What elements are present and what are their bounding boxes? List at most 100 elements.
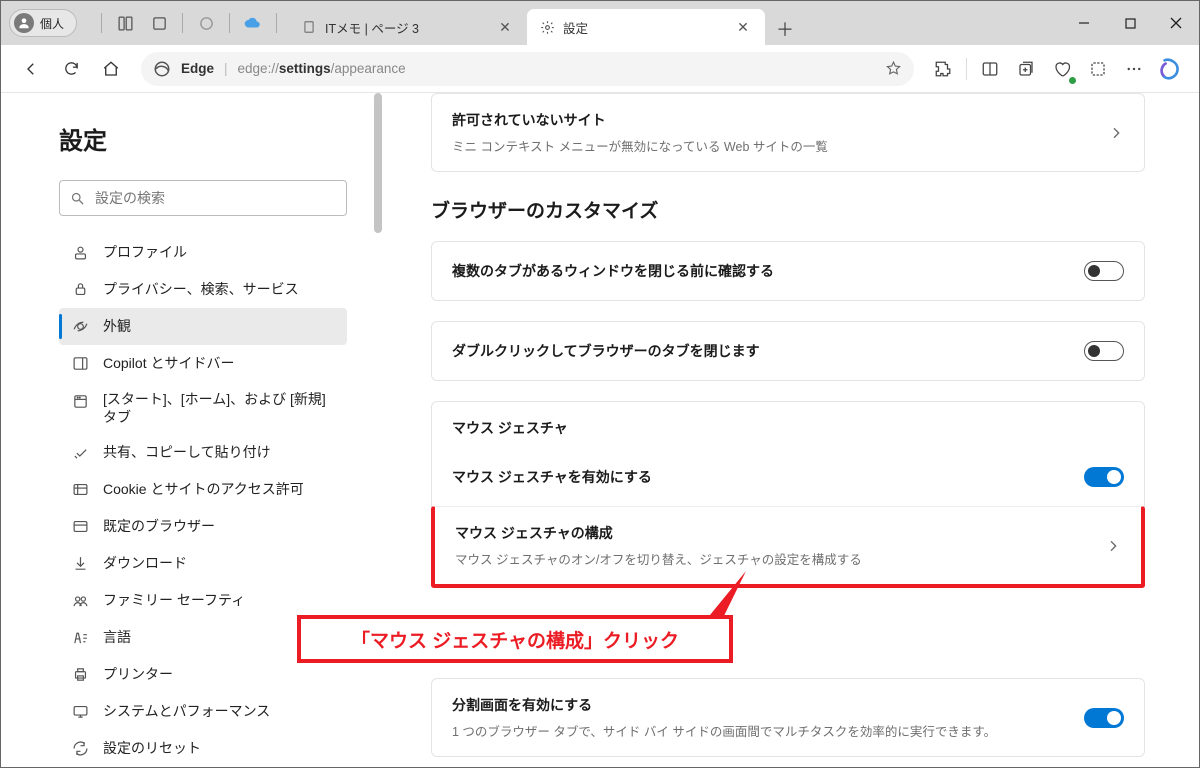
annotation-callout: 「マウス ジェスチャの構成」クリック <box>297 615 733 663</box>
minimize-button[interactable] <box>1061 1 1107 45</box>
nav-icon <box>71 481 89 499</box>
refresh-button[interactable] <box>53 51 89 87</box>
nav-label: Cookie とサイトのアクセス許可 <box>103 480 304 498</box>
settings-search[interactable] <box>59 180 347 216</box>
profile-chip[interactable]: 個人 <box>9 9 77 37</box>
blocked-sites-card[interactable]: 許可されていないサイト ミニ コンテキスト メニューが無効になっている Web … <box>431 93 1145 172</box>
nav-label: システムとパフォーマンス <box>103 702 270 720</box>
sidebar-item-3[interactable]: Copilot とサイドバー <box>59 345 347 382</box>
back-button[interactable] <box>13 51 49 87</box>
nav-label: プリンター <box>103 665 173 683</box>
more-menu-icon[interactable] <box>1117 51 1151 87</box>
edge-icon <box>153 60 171 78</box>
collections-icon[interactable] <box>1009 51 1043 87</box>
toggle-split-screen[interactable] <box>1084 708 1124 728</box>
nav-icon <box>71 392 89 410</box>
page-title: 設定 <box>59 121 387 156</box>
mouse-gesture-card: マウス ジェスチャ マウス ジェスチャを有効にする マウス ジェスチャの構成 マ… <box>431 401 1145 588</box>
toggle-gesture-enable[interactable] <box>1084 467 1124 487</box>
nav-icon <box>71 444 89 462</box>
sidebar-item-0[interactable]: プロファイル <box>59 234 347 271</box>
split-screen-icon[interactable] <box>973 51 1007 87</box>
person-icon <box>14 13 34 33</box>
row-title: ダブルクリックしてブラウザーのタブを閉じます <box>452 341 1084 361</box>
close-window-button[interactable] <box>1153 1 1199 45</box>
close-icon[interactable]: ✕ <box>733 17 753 37</box>
sidebar-item-7[interactable]: 既定のブラウザー <box>59 508 347 545</box>
row-desc: ミニ コンテキスト メニューが無効になっている Web サイトの一覧 <box>452 136 1108 155</box>
nav-icon <box>71 355 89 373</box>
tab-itmemo[interactable]: ITメモ | ページ 3 ✕ <box>289 9 527 45</box>
row-title: マウス ジェスチャを有効にする <box>452 467 1084 487</box>
nav-label: [スタート]、[ホーム]、および [新規] タブ <box>103 390 335 426</box>
confirm-close-card: 複数のタブがあるウィンドウを閉じる前に確認する <box>431 241 1145 301</box>
sidebar-item-13[interactable]: 設定のリセット <box>59 730 347 767</box>
tab-settings[interactable]: 設定 ✕ <box>527 9 765 45</box>
sidebar-item-6[interactable]: Cookie とサイトのアクセス許可 <box>59 471 347 508</box>
copilot-swirl-icon[interactable] <box>189 6 223 40</box>
toggle-confirm-close[interactable] <box>1084 261 1124 281</box>
cloud-icon[interactable] <box>236 6 270 40</box>
extensions-icon[interactable] <box>926 51 960 87</box>
tab-title: ITメモ | ページ 3 <box>325 18 495 37</box>
chevron-right-icon <box>1108 125 1124 141</box>
nav-icon <box>71 666 89 684</box>
nav-label: 既定のブラウザー <box>103 517 215 535</box>
sidebar-item-4[interactable]: [スタート]、[ホーム]、および [新規] タブ <box>59 382 347 434</box>
nav-label: 言語 <box>103 628 131 646</box>
page-icon <box>301 19 317 35</box>
row-title: 複数のタブがあるウィンドウを閉じる前に確認する <box>452 261 1084 281</box>
nav-icon <box>71 629 89 647</box>
nav-icon <box>71 318 89 336</box>
address-bar[interactable]: Edge | edge://settings/appearance <box>141 52 914 86</box>
sidebar-item-1[interactable]: プライバシー、検索、サービス <box>59 271 347 308</box>
row-desc: マウス ジェスチャのオン/オフを切り替え、ジェスチャの設定を構成する <box>455 549 1105 568</box>
sidebar-item-5[interactable]: 共有、コピーして貼り付け <box>59 434 347 471</box>
tab-actions-icon[interactable] <box>142 6 176 40</box>
nav-icon <box>71 740 89 758</box>
nav-label: ダウンロード <box>103 554 187 572</box>
workspaces-icon[interactable] <box>108 6 142 40</box>
row-desc: 1 つのブラウザー タブで、サイド バイ サイドの画面間でマルチタスクを効率的に… <box>452 721 1084 740</box>
settings-main: 許可されていないサイト ミニ コンテキスト メニューが無効になっている Web … <box>387 93 1199 767</box>
health-icon[interactable] <box>1045 51 1079 87</box>
nav-icon <box>71 555 89 573</box>
tab-title: 設定 <box>563 18 733 37</box>
split-screen-card: 分割画面を有効にする 1 つのブラウザー タブで、サイド バイ サイドの画面間で… <box>431 678 1145 757</box>
sidebar-item-9[interactable]: ファミリー セーフティ <box>59 582 347 619</box>
row-title: 許可されていないサイト <box>452 110 1108 130</box>
section-heading: ブラウザーのカスタマイズ <box>431 196 1145 223</box>
new-tab-button[interactable]: ＋ <box>769 13 801 45</box>
screenshot-icon[interactable] <box>1081 51 1115 87</box>
titlebar-quick-icons <box>95 6 283 40</box>
card-section-title: マウス ジェスチャ <box>432 402 1144 448</box>
nav-icon <box>71 244 89 262</box>
window-controls <box>1061 1 1199 45</box>
close-icon[interactable]: ✕ <box>495 17 515 37</box>
nav-icon <box>71 281 89 299</box>
nav-label: Copilot とサイドバー <box>103 354 234 372</box>
nav-label: 設定のリセット <box>103 739 201 757</box>
home-button[interactable] <box>93 51 129 87</box>
search-input[interactable] <box>95 190 336 206</box>
sidebar-item-8[interactable]: ダウンロード <box>59 545 347 582</box>
favorite-icon[interactable] <box>885 60 902 77</box>
browser-toolbar: Edge | edge://settings/appearance <box>1 45 1199 93</box>
nav-icon <box>71 518 89 536</box>
copilot-icon[interactable] <box>1153 52 1187 86</box>
nav-icon <box>71 592 89 610</box>
sidebar-item-2[interactable]: 外観 <box>59 308 347 345</box>
maximize-button[interactable] <box>1107 1 1153 45</box>
profile-label: 個人 <box>40 15 64 32</box>
gear-icon <box>539 19 555 35</box>
sidebar-scrollbar[interactable] <box>371 93 385 767</box>
nav-icon <box>71 703 89 721</box>
chevron-right-icon <box>1105 538 1121 554</box>
nav-label: プライバシー、検索、サービス <box>103 280 299 298</box>
nav-label: ファミリー セーフティ <box>103 591 245 609</box>
gesture-config-row[interactable]: マウス ジェスチャの構成 マウス ジェスチャのオン/オフを切り替え、ジェスチャの… <box>431 506 1145 588</box>
tab-strip: ITメモ | ページ 3 ✕ 設定 ✕ ＋ <box>289 1 801 45</box>
sidebar-item-12[interactable]: システムとパフォーマンス <box>59 693 347 730</box>
toggle-dblclick-close[interactable] <box>1084 341 1124 361</box>
search-icon <box>70 191 85 206</box>
